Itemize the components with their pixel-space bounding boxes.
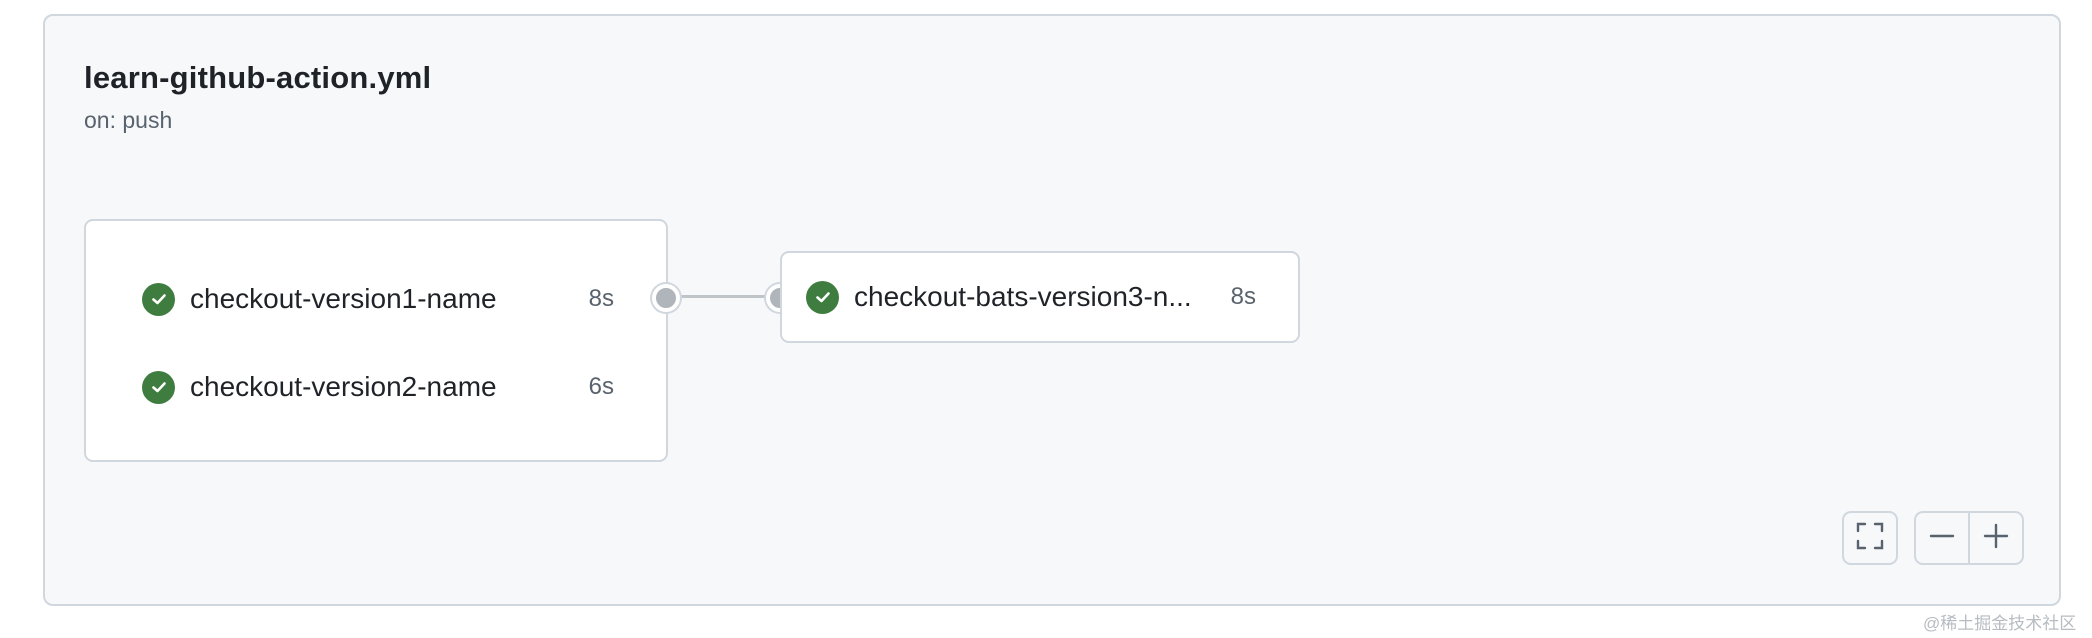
plus-icon [1982,522,2010,555]
fullscreen-icon [1855,521,1885,556]
zoom-controls [1914,511,2024,565]
check-circle-icon [142,282,175,316]
job-group-2: checkout-bats-version3-n... 8s [780,251,1300,343]
job-group-1: checkout-version1-name 8s checkout-versi… [84,219,668,462]
workflow-title: learn-github-action.yml [84,60,432,95]
check-circle-icon [142,370,175,404]
fullscreen-button[interactable] [1844,513,1896,563]
job-duration: 8s [588,285,614,312]
output-port [652,284,680,312]
job-name: checkout-bats-version3-n... [854,281,1192,312]
job-row[interactable]: checkout-version2-name 6s [142,365,614,409]
minus-icon [1928,522,1956,555]
check-circle-icon [806,280,839,314]
job-row[interactable]: checkout-bats-version3-n... 8s [806,275,1256,319]
watermark: @稀土掘金技术社区 [1923,614,2077,633]
zoom-out-button[interactable] [1916,513,1968,563]
fullscreen-control [1842,511,1898,565]
dependency-connector [668,295,780,298]
job-name: checkout-version2-name [190,371,497,402]
workflow-trigger: on: push [84,107,173,133]
zoom-in-button[interactable] [1970,513,2022,563]
job-row[interactable]: checkout-version1-name 8s [142,277,614,321]
job-duration: 6s [588,373,614,400]
job-name: checkout-version1-name [190,283,497,314]
job-duration: 8s [1230,283,1256,310]
